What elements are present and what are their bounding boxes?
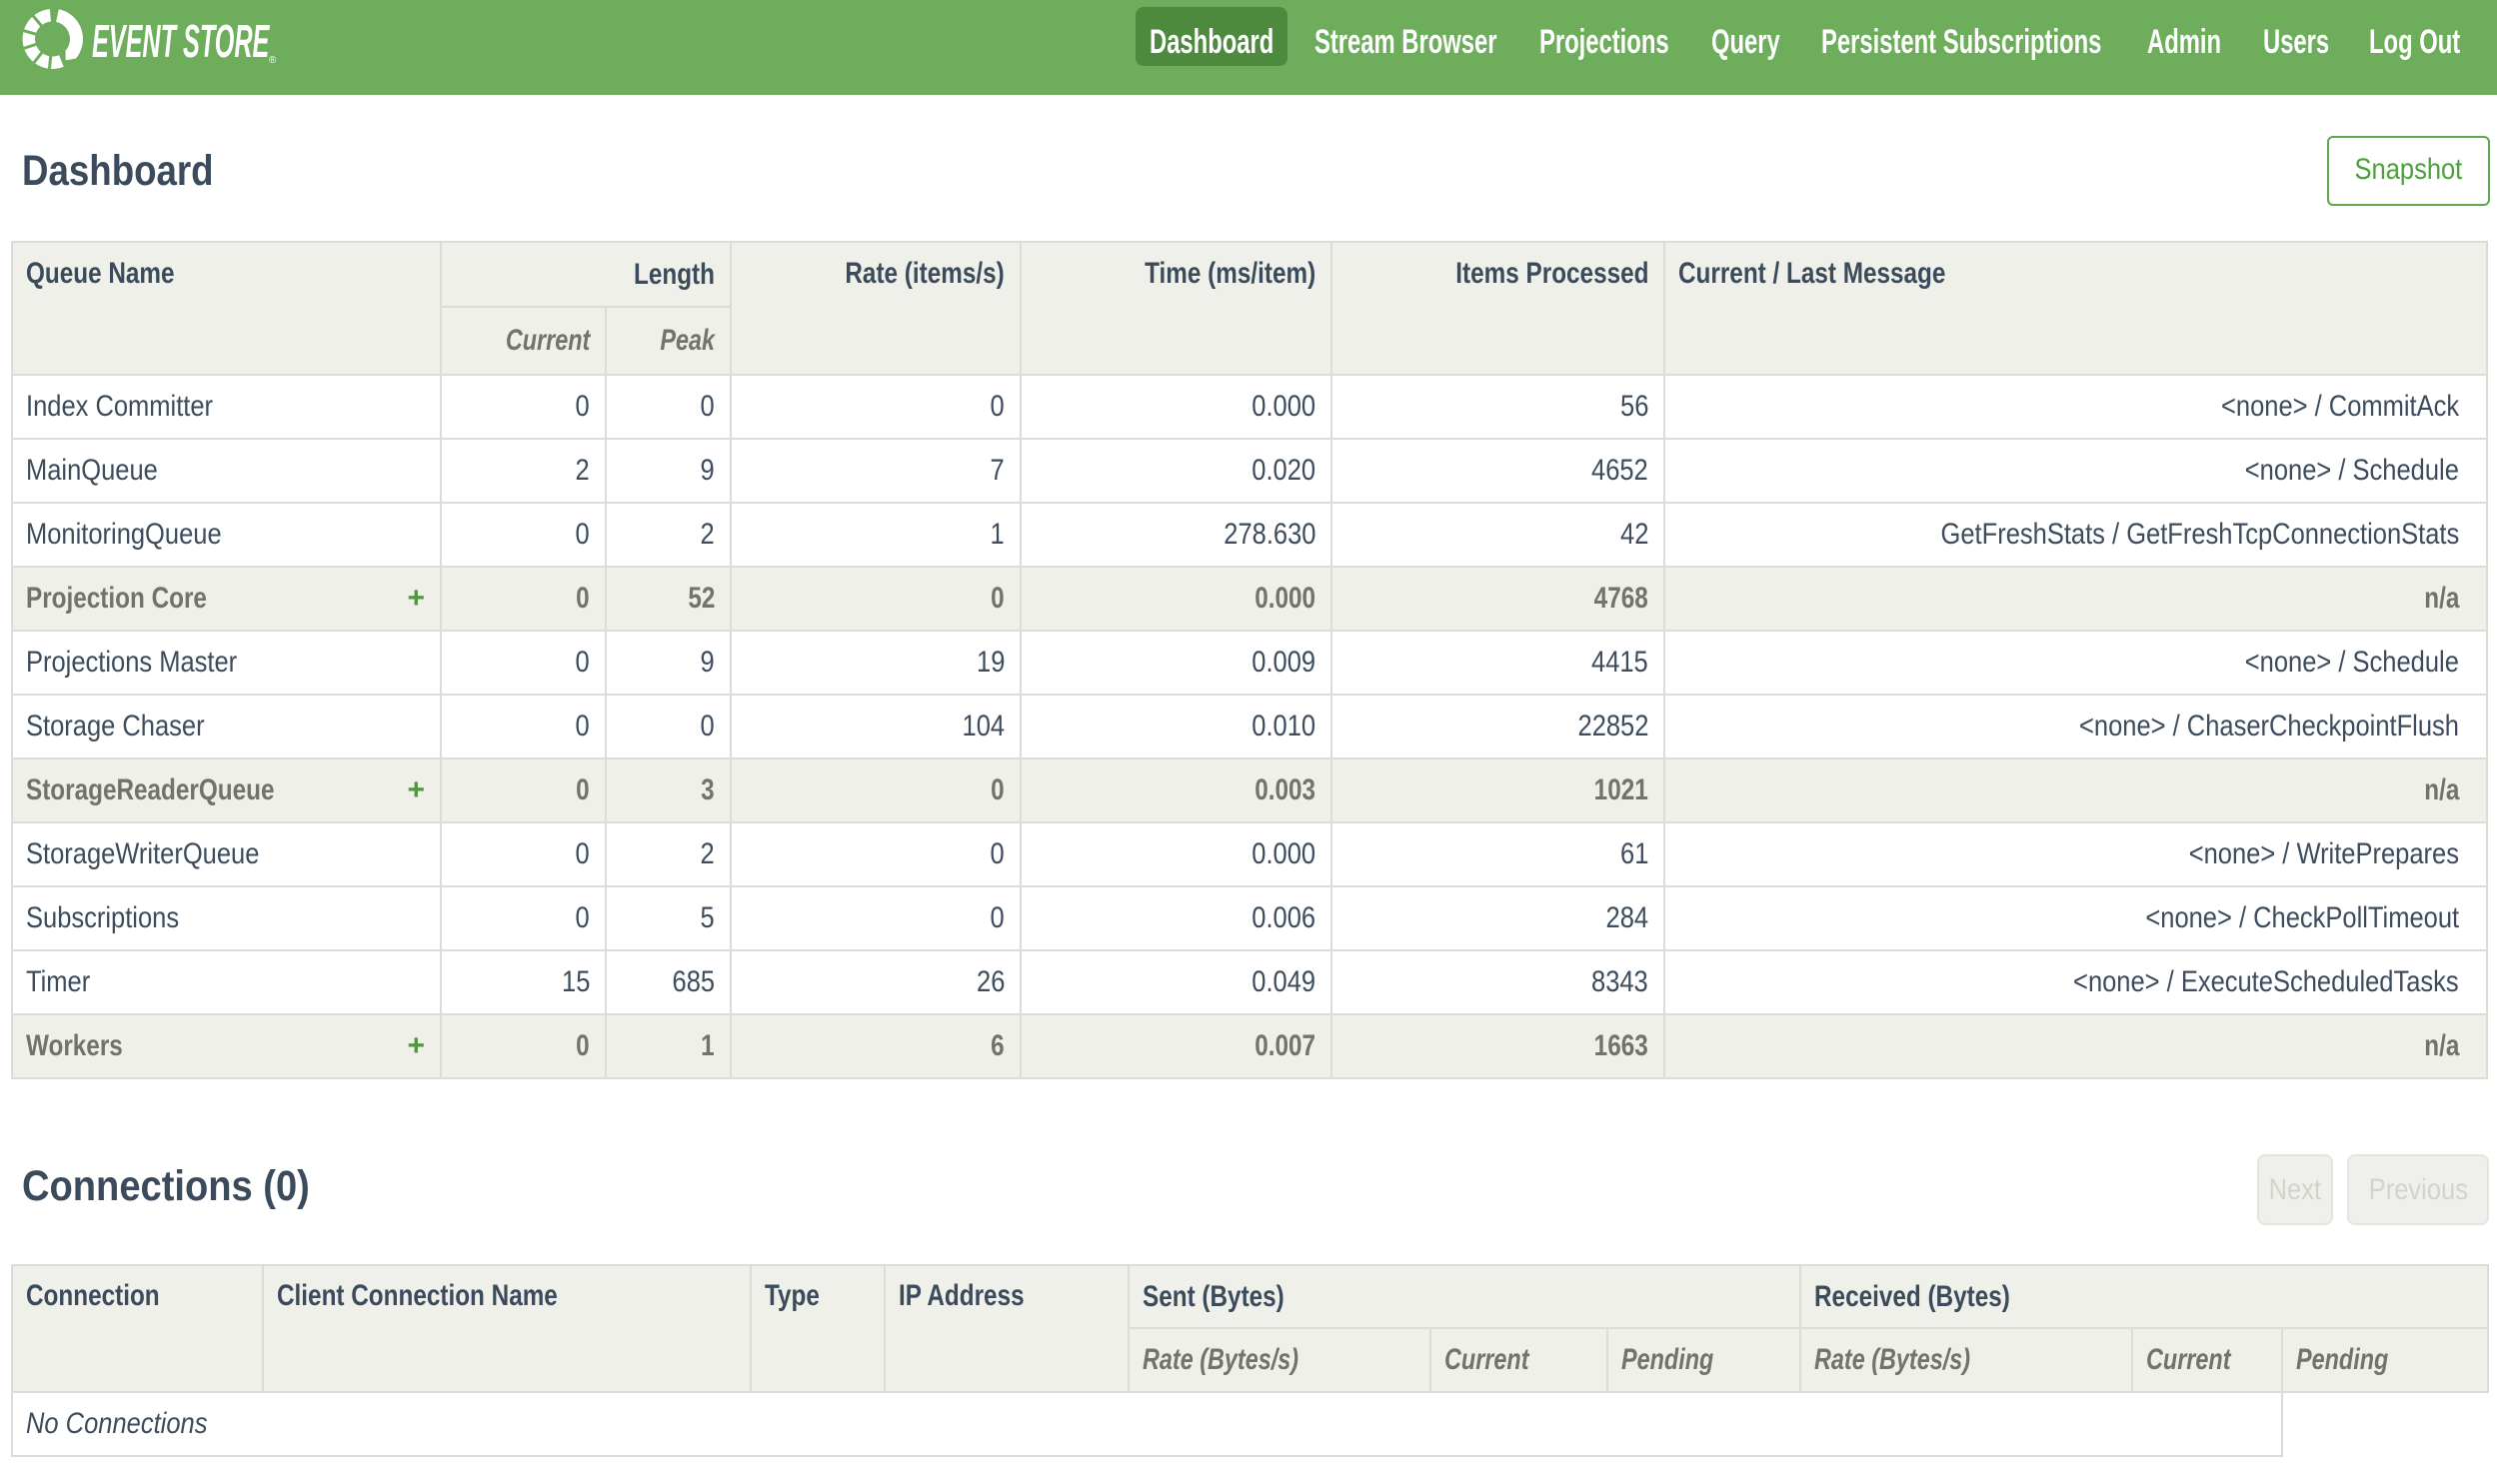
svg-text:EVENT STORE: EVENT STORE	[92, 15, 270, 67]
svg-text:®: ®	[269, 55, 277, 66]
